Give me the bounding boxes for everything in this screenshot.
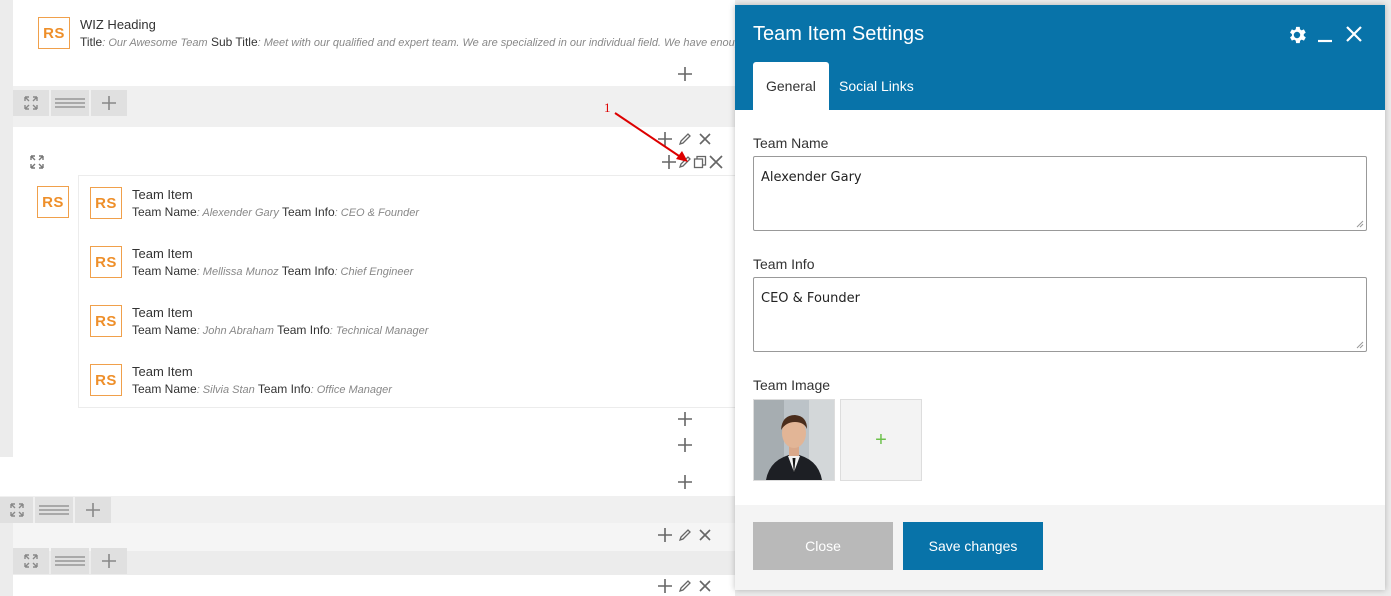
team-info-value: CEO & Founder [761,291,860,306]
delete-icon[interactable] [697,578,713,594]
team-name-value: : Alexender Gary [196,207,279,219]
resize-grip-icon[interactable] [1356,341,1364,349]
section-empty [0,457,735,496]
add-icon[interactable] [657,578,673,594]
subtitle-label: Sub Title [210,35,258,49]
team-item-meta: Team Name: Alexender Gary Team Info: CEO… [132,205,419,219]
add-column-icon[interactable] [75,497,111,523]
tab-social-links[interactable]: Social Links [826,62,927,110]
delete-icon[interactable] [708,154,724,170]
team-item-logo: RS [90,246,122,278]
team-item-title[interactable]: Team Item [132,246,193,261]
team-name-label: Team Name [132,205,197,219]
title-value: : Our Awesome Team [102,37,208,49]
team-item-settings-modal: Team Item Settings General Social Links … [735,5,1385,590]
team-group-logo: RS [37,186,69,218]
team-item-logo: RS [90,364,122,396]
team-item-logo: RS [90,187,122,219]
edit-pencil-icon[interactable] [677,578,693,594]
tab-general[interactable]: General [753,62,829,110]
team-name-value: : Mellissa Munoz [196,266,279,278]
drag-handle-icon[interactable] [51,548,89,574]
add-image-button[interactable]: + [840,399,922,481]
subtitle-value: : Meet with our qualified and expert tea… [257,37,735,49]
team-info-label: Team Info [277,323,330,337]
annotation-arrow [614,112,688,162]
row-toolbar-1 [13,90,127,116]
expand-icon[interactable] [13,90,49,116]
heading-element-name[interactable]: WIZ Heading [80,17,156,32]
team-item-title[interactable]: Team Item [132,364,193,379]
team-item-logo: RS [90,305,122,337]
add-element-icon[interactable] [677,437,693,453]
team-info-value: : Technical Manager [329,325,429,337]
team-info-label: Team Info [281,205,335,219]
drag-handle-icon[interactable] [35,497,73,523]
heading-logo: RS [38,17,70,49]
resize-grip-icon[interactable] [1356,220,1364,228]
team-info-value: : Chief Engineer [334,266,414,278]
team-info-field[interactable]: CEO & Founder [753,277,1367,352]
team-name-value: Alexender Gary [761,170,862,185]
minimize-icon[interactable] [1315,25,1335,45]
edit-pencil-icon[interactable] [677,527,693,543]
team-image-label: Team Image [753,377,831,393]
team-info-value: : Office Manager [310,384,392,396]
drag-handle-icon[interactable] [51,90,89,116]
add-element-icon[interactable] [677,66,693,82]
expand-icon[interactable] [13,548,49,574]
heading-meta: Title: Our Awesome Team Sub Title: Meet … [80,35,735,49]
add-element-icon[interactable] [677,411,693,427]
team-item-meta: Team Name: Silvia Stan Team Info: Office… [132,382,392,396]
add-column-icon[interactable] [91,548,127,574]
expand-icon[interactable] [0,497,33,523]
team-name-value: : Silvia Stan [196,384,255,396]
close-icon[interactable] [1344,24,1364,44]
row-toolbar-2 [0,497,111,523]
team-item-title[interactable]: Team Item [132,187,193,202]
team-item-meta: Team Name: Mellissa Munoz Team Info: Chi… [132,264,413,278]
add-column-icon[interactable] [91,90,127,116]
add-icon[interactable] [657,527,673,543]
team-item-meta: Team Name: John Abraham Team Info: Techn… [132,323,428,337]
section-bottom [13,575,735,596]
team-name-label: Team Name [132,264,197,278]
team-item-title[interactable]: Team Item [132,305,193,320]
modal-header: Team Item Settings General Social Links [735,5,1385,110]
delete-icon[interactable] [697,131,713,147]
gear-icon[interactable] [1285,24,1309,46]
save-changes-button[interactable]: Save changes [903,522,1043,570]
team-name-field[interactable]: Alexender Gary [753,156,1367,231]
team-info-label: Team Info [281,264,335,278]
section-next [13,523,735,551]
annotation-number: 1 [604,100,611,115]
close-button[interactable]: Close [753,522,893,570]
team-name-label: Team Name [753,135,829,151]
delete-icon[interactable] [697,527,713,543]
team-info-label: Team Info [257,382,311,396]
row-toolbar-3 [13,548,127,574]
team-info-value: : CEO & Founder [334,207,420,219]
team-name-label: Team Name [132,382,197,396]
page-builder-canvas: RS WIZ Heading Title: Our Awesome Team S… [0,0,1391,596]
team-image-thumbnail[interactable] [753,399,835,481]
modal-footer: Close Save changes [735,505,1385,590]
add-element-icon[interactable] [677,474,693,490]
expand-icon[interactable] [29,154,45,170]
team-info-label: Team Info [753,256,815,272]
modal-title: Team Item Settings [753,23,925,45]
duplicate-icon[interactable] [692,154,708,170]
title-label: Title [80,35,103,49]
team-name-value: : John Abraham [196,325,274,337]
team-name-label: Team Name [132,323,197,337]
